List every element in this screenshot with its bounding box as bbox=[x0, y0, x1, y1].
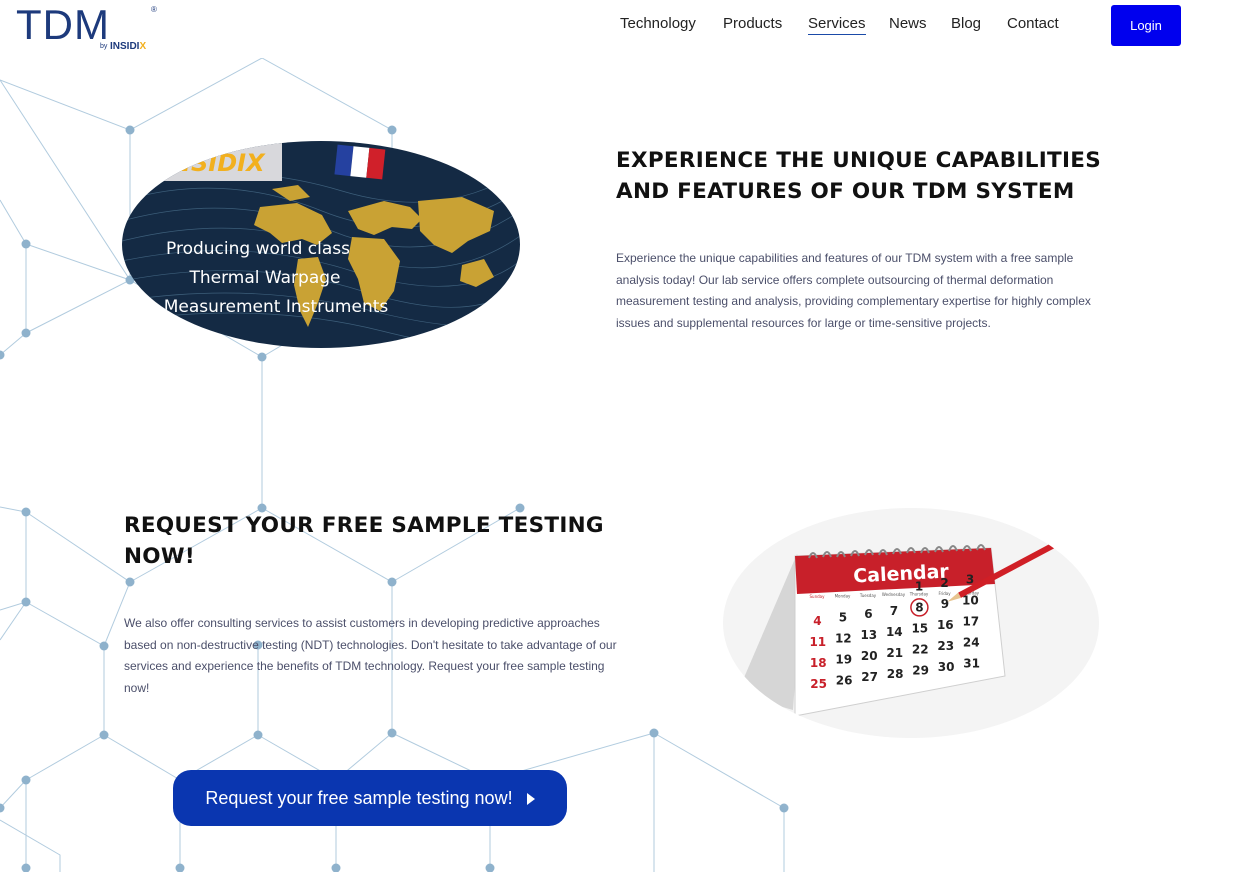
nav-services[interactable]: Services bbox=[808, 15, 866, 35]
calendar-day: 3 bbox=[966, 573, 974, 587]
section2-paragraph: We also offer consulting services to ass… bbox=[124, 616, 617, 696]
calendar-day: 27 bbox=[861, 670, 878, 684]
request-sample-cta-button[interactable]: Request your free sample testing now! bbox=[173, 770, 567, 826]
calendar-day: 1 bbox=[915, 579, 923, 593]
nav-technology[interactable]: Technology bbox=[620, 15, 696, 32]
calendar-day: 30 bbox=[938, 660, 955, 674]
calendar-day: 17 bbox=[962, 615, 979, 629]
calendar-image: Calendar Sunday Monday Tuesday Wednesday Thu… bbox=[723, 508, 1099, 738]
cta-label: Request your free sample testing now! bbox=[205, 787, 513, 808]
chevron-right-icon bbox=[526, 792, 535, 805]
tdm-logo[interactable]: TDM ® by INSIDIX bbox=[16, 1, 161, 55]
calendar-weekday: Monday bbox=[835, 593, 851, 598]
logo-by-text: by bbox=[100, 43, 108, 50]
calendar-weekday: Friday bbox=[938, 591, 951, 596]
calendar-day: 20 bbox=[861, 649, 878, 663]
calendar-day: 13 bbox=[860, 628, 877, 642]
calendar-day: 6 bbox=[864, 607, 872, 621]
calendar-day: 12 bbox=[835, 632, 852, 646]
calendar-day: 29 bbox=[912, 663, 929, 677]
section2-title: REQUEST YOUR FREE SAMPLE TESTING NOW! bbox=[124, 513, 604, 569]
calendar-day: 25 bbox=[810, 677, 827, 691]
map-overlay-line2: Thermal Warpage bbox=[189, 268, 341, 288]
calendar-day: 18 bbox=[810, 656, 827, 670]
calendar-day: 24 bbox=[963, 636, 980, 650]
calendar-weekday: Tuesday bbox=[859, 593, 877, 598]
map-overlay-line1: Producing world class bbox=[166, 239, 350, 259]
calendar-day: 5 bbox=[839, 611, 847, 625]
calendar-day: 23 bbox=[937, 639, 954, 653]
nav-contact[interactable]: Contact bbox=[1007, 15, 1059, 32]
map-overlay-line3: Measurement Instruments bbox=[164, 297, 389, 317]
login-button[interactable]: Login bbox=[1111, 5, 1181, 46]
nav-products[interactable]: Products bbox=[723, 15, 782, 32]
calendar-day: 2 bbox=[940, 576, 948, 590]
calendar-day: 4 bbox=[813, 614, 821, 628]
section1-title: EXPERIENCE THE UNIQUE CAPABILITIES AND F… bbox=[616, 148, 1102, 204]
page-content: INSIDIX Producing world class Thermal Wa… bbox=[0, 0, 1235, 872]
site-header: TDM ® by INSIDIX Technology Products Ser… bbox=[0, 0, 1235, 58]
world-map-image: INSIDIX Producing world class Thermal Wa… bbox=[122, 141, 520, 348]
calendar-day: 26 bbox=[836, 674, 853, 688]
logo-text: TDM bbox=[16, 1, 110, 48]
calendar-day: 9 bbox=[941, 597, 949, 611]
calendar-day: 19 bbox=[835, 653, 852, 667]
calendar-weekday: Wednesday bbox=[882, 592, 906, 597]
section1-paragraph: Experience the unique capabilities and f… bbox=[616, 251, 1091, 331]
logo-registered-mark: ® bbox=[151, 5, 157, 14]
calendar-day: 7 bbox=[890, 604, 898, 618]
calendar-day: 16 bbox=[937, 618, 954, 632]
calendar-weekday: Sunday bbox=[810, 594, 826, 599]
calendar-day: 22 bbox=[912, 642, 929, 656]
calendar-day: 31 bbox=[963, 657, 980, 671]
calendar-day: 15 bbox=[911, 621, 928, 635]
logo-insidix-text: INSIDIX bbox=[110, 41, 147, 52]
nav-news[interactable]: News bbox=[889, 15, 927, 32]
nav-blog[interactable]: Blog bbox=[951, 15, 981, 32]
calendar-day: 21 bbox=[886, 646, 903, 660]
calendar-day: 28 bbox=[887, 667, 904, 681]
calendar-day: 11 bbox=[809, 635, 826, 649]
calendar-day: 14 bbox=[886, 625, 903, 639]
calendar-day: 8 bbox=[915, 600, 923, 614]
insidix-brand-text: INSIDIX bbox=[162, 149, 266, 177]
